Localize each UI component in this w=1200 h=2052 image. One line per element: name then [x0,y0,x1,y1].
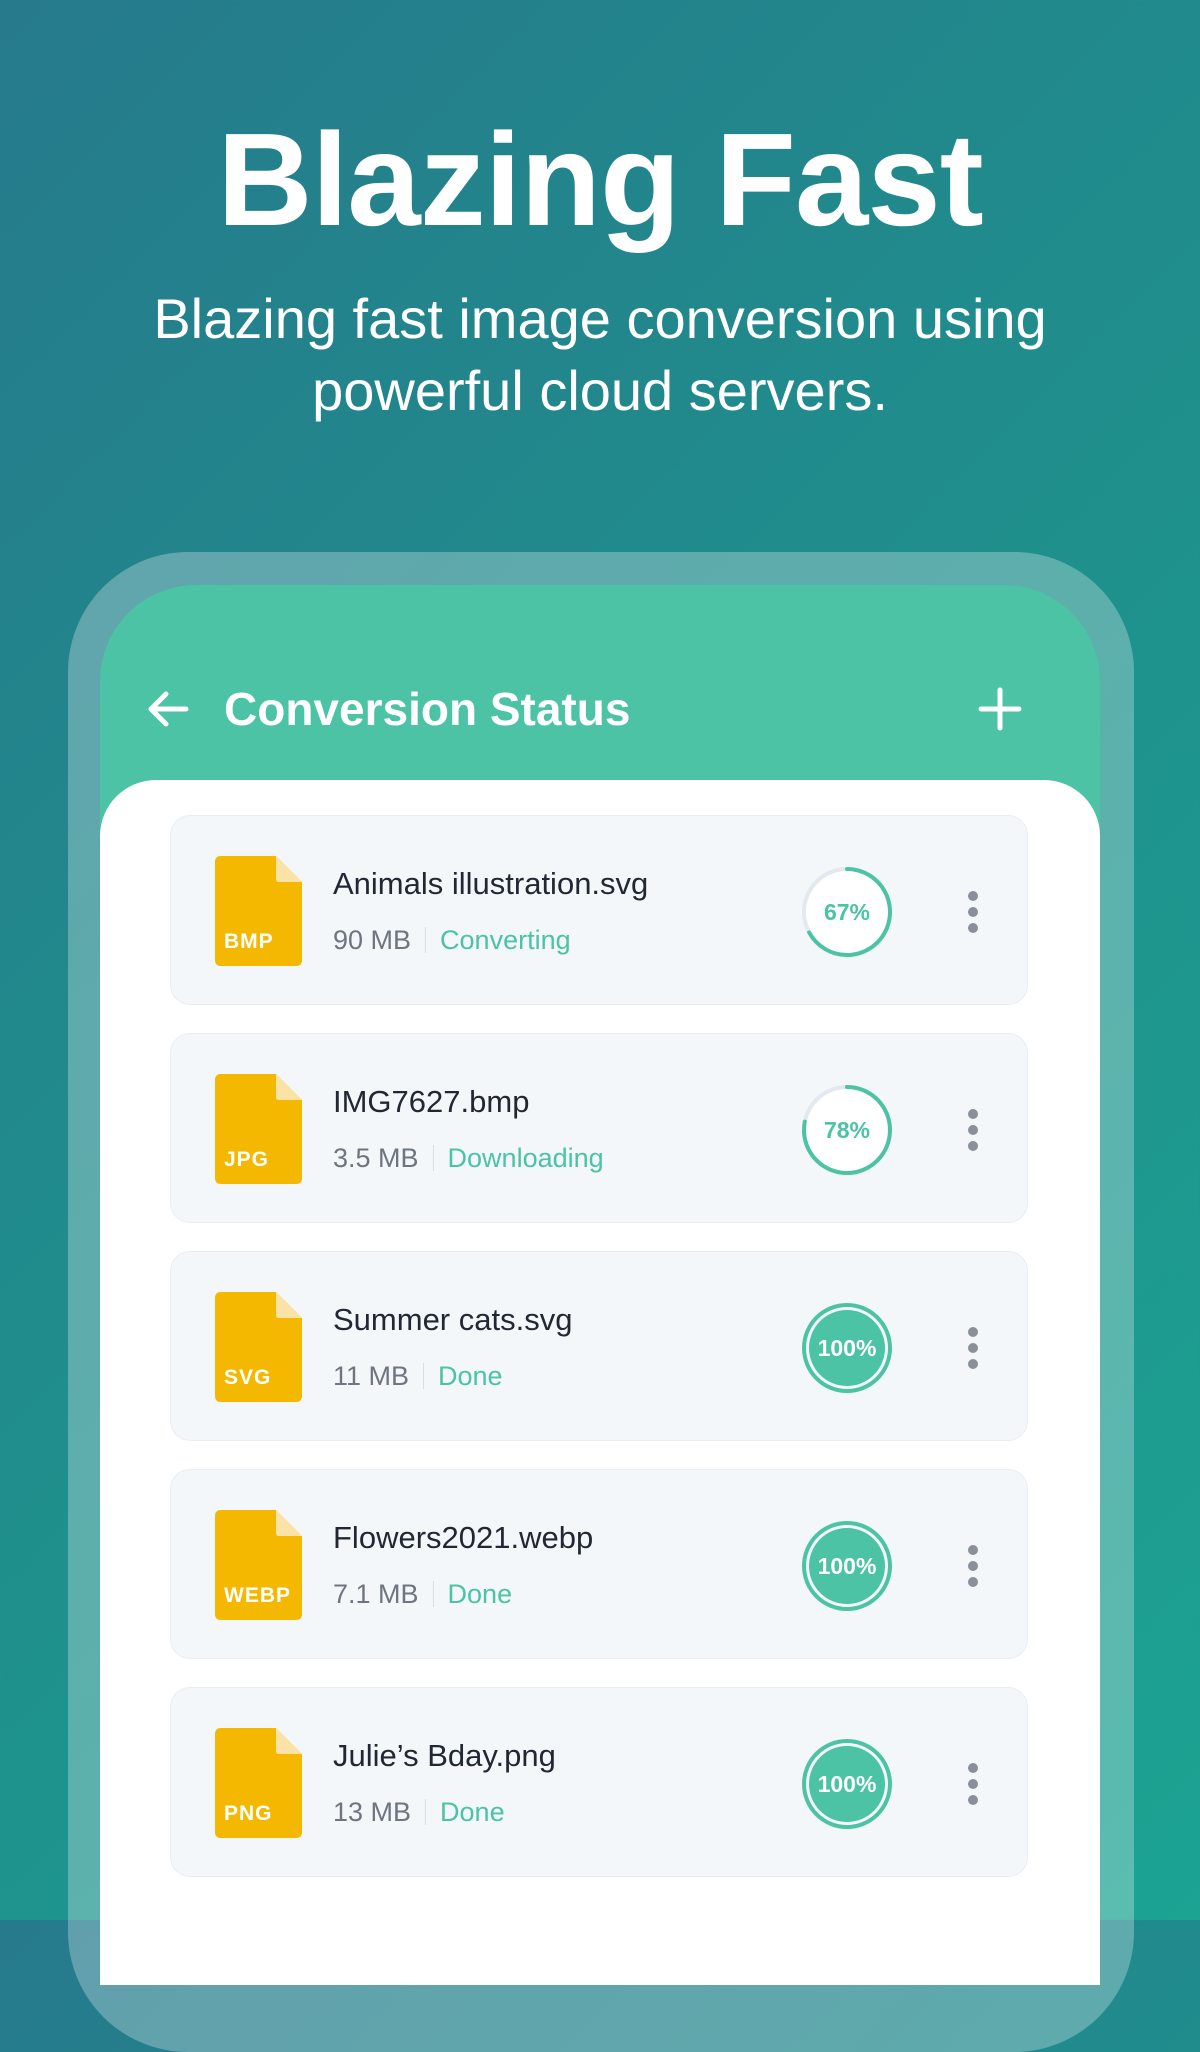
file-card-4[interactable]: WEBP Flowers2021.webp 7.1 MB Done 100% [170,1469,1028,1659]
file-status: Done [438,1361,503,1391]
progress-label: 100% [817,1335,877,1361]
file-card-5[interactable]: PNG Julie’s Bday.png 13 MB Done 100% [170,1687,1028,1877]
file-name: Summer cats.svg [333,1302,573,1337]
progress-ring: 67% [799,864,895,960]
file-meta: 7.1 MB Done [333,1578,512,1610]
file-size: 11 MB [333,1361,410,1391]
progress-label: 100% [817,1771,877,1797]
more-vertical-icon[interactable] [963,1762,983,1806]
file-type-label: BMP [224,930,274,953]
file-status: Done [447,1579,513,1609]
file-icon: PNG [215,1728,302,1838]
progress-ring: 100% [799,1518,895,1614]
conversion-list: BMP Animals illustration.svg 90 MB Conver… [100,780,1100,1985]
meta-divider [432,1145,434,1171]
file-status: Downloading [447,1143,604,1173]
more-vertical-icon[interactable] [963,1544,983,1588]
file-icon: WEBP [215,1510,302,1620]
file-icon: JPG [215,1074,302,1184]
progress-label: 67% [823,899,871,925]
file-card-2[interactable]: JPG IMG7627.bmp 3.5 MB Downloading 78% [170,1033,1028,1223]
more-vertical-icon[interactable] [963,890,983,934]
file-type-label: WEBP [224,1584,291,1607]
app-bar: Conversion Status [100,585,1100,781]
file-size: 13 MB [333,1797,412,1827]
arrow-left-icon[interactable] [146,687,190,731]
file-icon: BMP [215,856,302,966]
file-card-3[interactable]: SVG Summer cats.svg 11 MB Done 100% [170,1251,1028,1441]
meta-divider [423,1363,425,1389]
file-type-label: JPG [224,1148,270,1171]
file-type-label: PNG [224,1802,273,1825]
file-size: 3.5 MB [333,1143,419,1173]
file-size: 90 MB [333,925,412,955]
meta-divider [425,1799,427,1825]
file-meta: 11 MB Done [333,1360,503,1392]
hero-subtitle: Blazing fast image conversion using powe… [153,287,1047,422]
more-vertical-icon[interactable] [963,1326,983,1370]
more-vertical-icon[interactable] [963,1108,983,1152]
file-name: Julie’s Bday.png [333,1738,556,1773]
phone-screen: Conversion Status BMP Animals illustrati… [100,585,1100,1985]
progress-ring: 100% [799,1736,895,1832]
progress-label: 78% [823,1117,871,1143]
progress-ring: 100% [799,1300,895,1396]
meta-divider [432,1581,434,1607]
file-type-label: SVG [224,1366,272,1389]
file-meta: 13 MB Done [333,1796,505,1828]
progress-ring: 78% [799,1082,895,1178]
file-name: Flowers2021.webp [333,1520,594,1555]
file-meta: 90 MB Converting [333,924,571,956]
file-status: Done [440,1797,505,1827]
file-name: Animals illustration.svg [333,866,649,901]
progress-label: 100% [817,1553,877,1579]
file-size: 7.1 MB [333,1579,419,1609]
plus-icon[interactable] [978,687,1022,731]
file-status: Converting [440,925,571,955]
file-card-1[interactable]: BMP Animals illustration.svg 90 MB Conver… [170,815,1028,1005]
screen-title: Conversion Status [224,683,631,735]
file-meta: 3.5 MB Downloading [333,1142,604,1174]
hero-title: Blazing Fast [217,106,983,253]
file-name: IMG7627.bmp [333,1084,530,1119]
file-icon: SVG [215,1292,302,1402]
meta-divider [425,927,427,953]
